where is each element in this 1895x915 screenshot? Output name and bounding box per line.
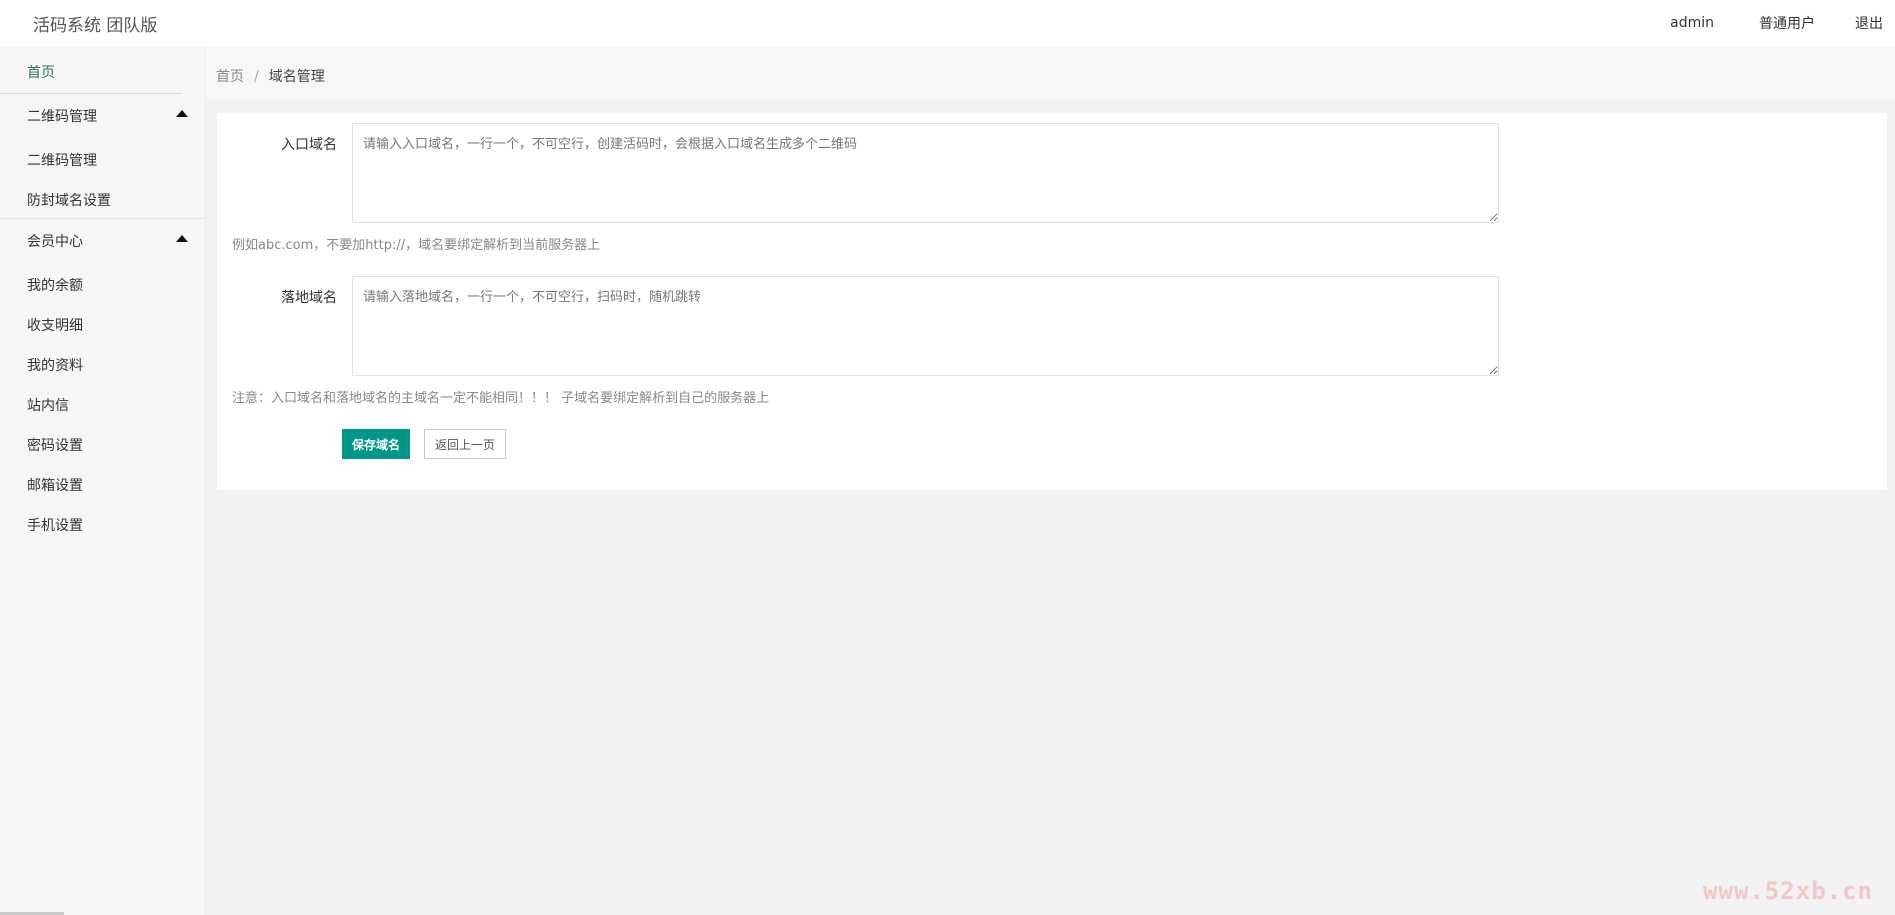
breadcrumb-home-link[interactable]: 首页 <box>216 69 244 85</box>
entry-domain-label: 入口域名 <box>281 137 337 153</box>
breadcrumb-separator: / <box>254 69 259 85</box>
top-bar: 活码系统 团队版 admin 普通用户 退出 <box>0 0 1895 46</box>
watermark: www.52xb.cn <box>1703 877 1873 905</box>
sidebar: 首页 二维码管理 二维码管理 防封域名设置 会员中心 我的余额 收支明细 我的资… <box>0 46 206 915</box>
sidebar-item-profile[interactable]: 我的资料 <box>27 355 83 375</box>
sidebar-group-label: 二维码管理 <box>27 109 97 125</box>
sidebar-divider <box>0 218 206 219</box>
sidebar-group-qrcode[interactable]: 二维码管理 <box>0 95 195 135</box>
sidebar-item-anti-block-domain[interactable]: 防封域名设置 <box>27 190 111 210</box>
breadcrumb: 首页 / 域名管理 <box>216 66 325 86</box>
sidebar-group-label: 会员中心 <box>27 234 83 250</box>
sidebar-item-password[interactable]: 密码设置 <box>27 435 83 455</box>
caret-up-icon <box>176 110 188 117</box>
top-nav: admin 普通用户 退出 <box>1670 0 1895 46</box>
landing-domain-hint: 注意：入口域名和落地域名的主域名一定不能相同！！！ 子域名要绑定解析到自己的服务… <box>232 391 770 406</box>
sidebar-divider <box>0 93 182 94</box>
landing-domain-label: 落地域名 <box>281 290 337 306</box>
top-nav-user-role-link[interactable]: 普通用户 <box>1759 13 1815 33</box>
back-button[interactable]: 返回上一页 <box>424 429 506 459</box>
entry-domain-hint: 例如abc.com，不要加http://，域名要绑定解析到当前服务器上 <box>232 238 601 253</box>
domain-form-panel: 入口域名 例如abc.com，不要加http://，域名要绑定解析到当前服务器上… <box>217 113 1887 490</box>
landing-domain-textarea[interactable] <box>352 276 1499 376</box>
top-nav-admin-link[interactable]: admin <box>1670 15 1714 31</box>
app-title: 活码系统 团队版 <box>33 15 158 36</box>
sidebar-item-email[interactable]: 邮箱设置 <box>27 475 83 495</box>
top-nav-logout-link[interactable]: 退出 <box>1855 13 1883 33</box>
sidebar-item-home[interactable]: 首页 <box>27 62 55 82</box>
breadcrumb-current: 域名管理 <box>268 69 325 85</box>
sidebar-item-balance[interactable]: 我的余额 <box>27 275 83 295</box>
sidebar-item-qrcode-manage[interactable]: 二维码管理 <box>27 150 97 170</box>
sidebar-group-member-center[interactable]: 会员中心 <box>0 220 195 260</box>
save-domain-button[interactable]: 保存域名 <box>342 429 410 459</box>
caret-up-icon <box>176 235 188 242</box>
sidebar-item-phone[interactable]: 手机设置 <box>27 515 83 535</box>
breadcrumb-bar: 首页 / 域名管理 <box>206 46 1895 100</box>
sidebar-item-transactions[interactable]: 收支明细 <box>27 315 83 335</box>
sidebar-item-messages[interactable]: 站内信 <box>27 395 69 415</box>
entry-domain-textarea[interactable] <box>352 123 1499 223</box>
